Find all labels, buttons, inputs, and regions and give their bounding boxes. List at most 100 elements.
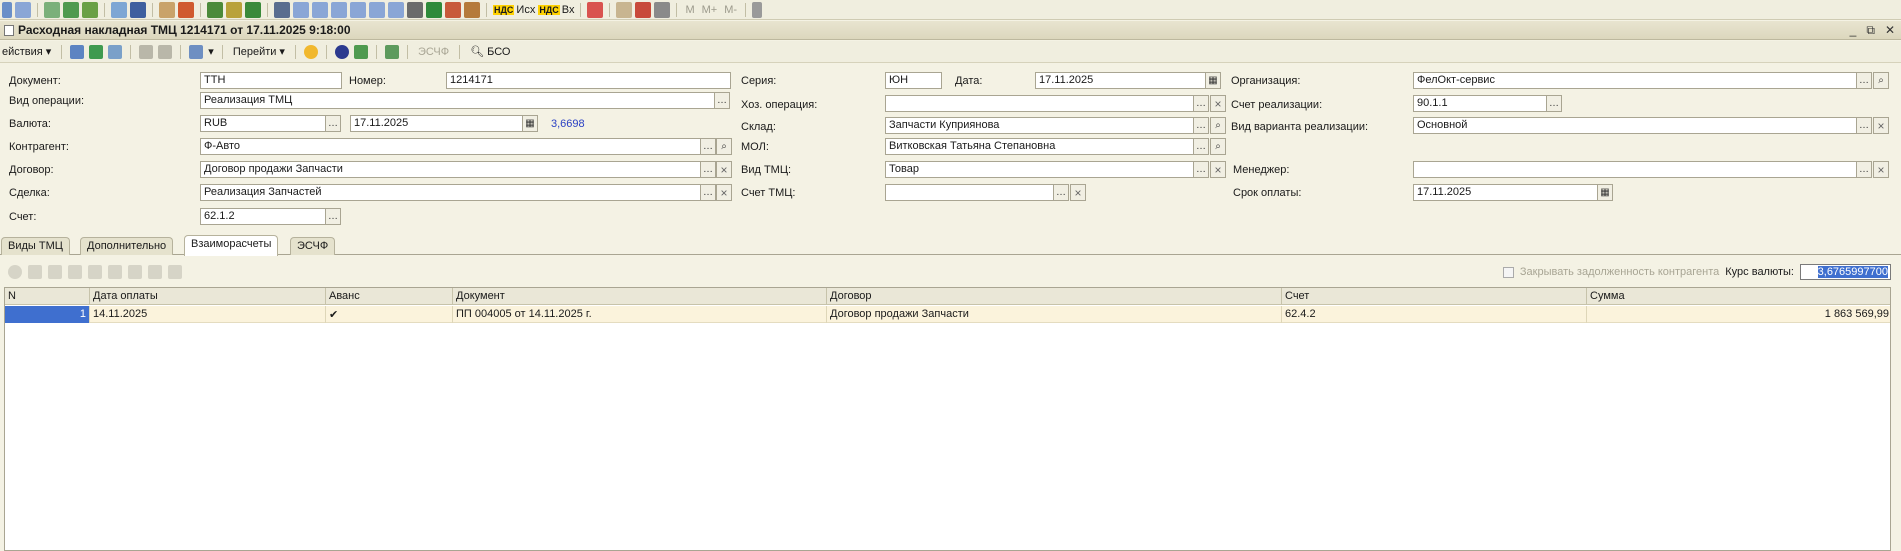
select-button[interactable]: … [700, 138, 716, 155]
calculator-icon[interactable] [654, 1, 671, 18]
select-button[interactable]: … [1546, 95, 1562, 112]
refresh-icon[interactable] [108, 44, 123, 59]
cart-icon[interactable] [407, 1, 423, 18]
structure-dropdown-icon[interactable]: ▾ [208, 45, 214, 58]
outgoing-vat-button[interactable]: НДС Исх [493, 4, 535, 16]
dt-kt-icon[interactable] [44, 1, 60, 18]
date-field[interactable]: 17.11.2025 [1035, 72, 1207, 89]
clear-icon[interactable]: × [1070, 184, 1086, 201]
manager-field[interactable] [1413, 161, 1858, 178]
user-icon[interactable] [159, 1, 175, 18]
contract-cell[interactable]: Договор продажи Запчасти [827, 306, 1282, 323]
account-cell[interactable]: 62.4.2 [1282, 306, 1587, 323]
chart-icon[interactable] [245, 1, 261, 18]
doc5-icon[interactable] [369, 1, 385, 18]
currency-date-field[interactable]: 17.11.2025 [350, 115, 525, 132]
memory-plus-button[interactable]: M+ [702, 4, 718, 16]
document-field[interactable]: ТТН [200, 72, 342, 89]
calendar-icon[interactable] [445, 1, 461, 18]
actions-menu[interactable]: ействия ▾ [0, 45, 53, 59]
copy-row-icon[interactable] [28, 265, 42, 279]
doc6-icon[interactable] [388, 1, 404, 18]
amount-cell[interactable]: 1 863 569,99 [1587, 306, 1892, 323]
close-debt-checkbox[interactable] [1502, 266, 1514, 278]
rate-field[interactable]: 3,6765997700 [1800, 264, 1891, 280]
close-button[interactable]: ✕ [1885, 23, 1895, 38]
select-button[interactable]: … [1193, 161, 1209, 178]
dt-kt-icon[interactable] [353, 44, 368, 59]
select-button[interactable]: … [325, 115, 341, 132]
minimize-button[interactable]: _ [1850, 23, 1857, 38]
payment-date-cell[interactable]: 14.11.2025 [90, 306, 326, 323]
currency-field[interactable]: RUB [200, 115, 326, 132]
add-row-icon[interactable] [8, 265, 22, 279]
sort-desc-icon[interactable] [168, 265, 182, 279]
edit-row-icon[interactable] [48, 265, 62, 279]
grid-icon[interactable] [15, 1, 31, 18]
select-button[interactable]: … [1856, 161, 1872, 178]
end-edit-icon[interactable] [88, 265, 102, 279]
tmc-type-field[interactable]: Товар [885, 161, 1195, 178]
move-up-icon[interactable] [108, 265, 122, 279]
info-icon[interactable] [334, 44, 349, 59]
payment-term-field[interactable]: 17.11.2025 [1413, 184, 1600, 201]
select-button[interactable]: … [1193, 138, 1209, 155]
advance-check-icon[interactable]: ✔ [326, 306, 453, 323]
copy-icon[interactable] [139, 44, 154, 59]
select-button[interactable]: … [1053, 184, 1069, 201]
column-n[interactable]: N [5, 288, 90, 305]
doc2-icon[interactable] [312, 1, 328, 18]
print-icon[interactable] [274, 1, 290, 18]
doc4-icon[interactable] [350, 1, 366, 18]
sales-account-field[interactable]: 90.1.1 [1413, 95, 1548, 112]
column-advance[interactable]: Аванс [326, 288, 453, 305]
search-icon[interactable]: ⌕ [716, 138, 732, 155]
account-field[interactable]: 62.1.2 [200, 208, 326, 225]
select-button[interactable]: … [714, 92, 730, 109]
memory-button[interactable]: M [685, 4, 694, 16]
clear-icon[interactable]: × [1873, 117, 1889, 134]
table-row[interactable]: 1 14.11.2025 ✔ ПП 004005 от 14.11.2025 г… [5, 306, 1890, 323]
business-operation-field[interactable] [885, 95, 1195, 112]
tree-icon[interactable] [207, 1, 223, 18]
clear-icon[interactable]: × [1873, 161, 1889, 178]
settings-icon[interactable] [587, 1, 604, 18]
clear-icon[interactable]: × [1210, 161, 1226, 178]
mol-field[interactable]: Витковская Татьяна Степановна [885, 138, 1195, 155]
column-contract[interactable]: Договор [827, 288, 1282, 305]
eschf-button[interactable]: ЭСЧФ [416, 46, 451, 58]
excel-icon[interactable] [426, 1, 442, 18]
operation-type-field[interactable]: Реализация ТМЦ [200, 92, 716, 109]
table2-icon[interactable] [616, 1, 633, 18]
select-button[interactable]: … [1193, 95, 1209, 112]
book-icon[interactable] [82, 1, 98, 18]
calendar-icon[interactable]: ▦ [1597, 184, 1613, 201]
series-field[interactable]: ЮН [885, 72, 942, 89]
calendar-icon[interactable]: ▦ [522, 115, 538, 132]
column-document[interactable]: Документ [453, 288, 827, 305]
move-icon[interactable] [63, 1, 79, 18]
stats-icon[interactable] [226, 1, 242, 18]
select-button[interactable]: … [325, 208, 341, 225]
organization-field[interactable]: ФелОкт-сервис [1413, 72, 1858, 89]
post-icon[interactable] [89, 44, 104, 59]
sale-variant-field[interactable]: Основной [1413, 117, 1858, 134]
delete-row-icon[interactable] [68, 265, 82, 279]
document-movements-icon[interactable] [384, 44, 399, 59]
contract-field[interactable]: Договор продажи Запчасти [200, 161, 702, 178]
search-icon[interactable]: ⌕ [1210, 117, 1226, 134]
tools-icon[interactable] [752, 1, 763, 18]
document-cell[interactable]: ПП 004005 от 14.11.2025 г. [453, 306, 827, 323]
goto-menu[interactable]: Перейти ▾ [231, 45, 287, 59]
column-amount[interactable]: Сумма [1587, 288, 1892, 305]
calendar-icon[interactable]: ▦ [1205, 72, 1221, 89]
tab-settlements[interactable]: Взаиморасчеты [184, 235, 279, 256]
calendar2-icon[interactable] [635, 1, 652, 18]
number-field[interactable]: 1214171 [446, 72, 731, 89]
select-button[interactable]: … [1193, 117, 1209, 134]
column-account[interactable]: Счет [1282, 288, 1587, 305]
save-icon[interactable] [70, 44, 85, 59]
tab-additional[interactable]: Дополнительно [80, 237, 174, 255]
select-button[interactable]: … [1856, 117, 1872, 134]
doc1-icon[interactable] [293, 1, 309, 18]
